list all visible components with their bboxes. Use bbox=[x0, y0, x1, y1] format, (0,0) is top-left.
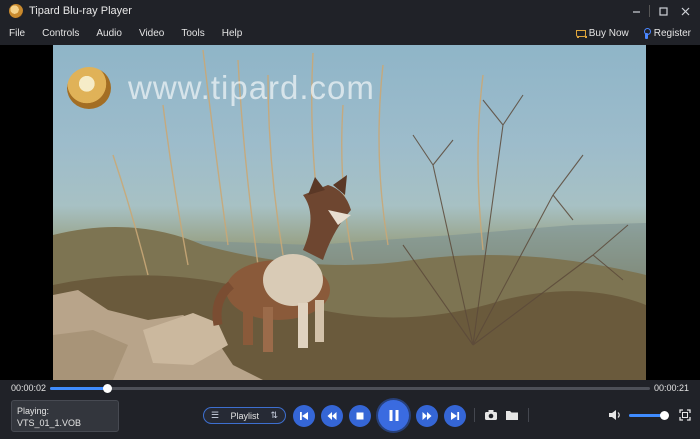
control-bar: Playing: VTS_01_1.VOB ☰ Playlist ⇅ bbox=[0, 397, 700, 439]
now-playing-file: VTS_01_1.VOB bbox=[17, 418, 82, 428]
now-playing-box: Playing: VTS_01_1.VOB bbox=[11, 400, 119, 432]
progress-row: 00:00:02 00:00:21 bbox=[0, 380, 700, 397]
window-controls-divider bbox=[649, 5, 650, 17]
fast-forward-button[interactable] bbox=[416, 405, 438, 427]
now-playing-label: Playing: bbox=[17, 406, 50, 416]
snapshot-button[interactable] bbox=[483, 408, 499, 422]
video-watermark: www.tipard.com bbox=[128, 69, 375, 106]
playlist-label: Playlist bbox=[230, 410, 260, 421]
key-icon bbox=[643, 28, 651, 39]
maximize-icon[interactable] bbox=[652, 0, 674, 22]
divider bbox=[528, 408, 529, 422]
open-folder-button[interactable] bbox=[504, 408, 520, 422]
volume-button[interactable] bbox=[607, 408, 623, 422]
seek-bar-knob[interactable] bbox=[103, 384, 112, 393]
total-time: 00:00:21 bbox=[653, 383, 689, 393]
snapshot-icon bbox=[485, 410, 497, 420]
menu-help[interactable]: Help bbox=[213, 28, 251, 39]
volume-icon bbox=[609, 410, 620, 420]
register-link[interactable]: Register bbox=[643, 28, 691, 39]
app-logo-icon bbox=[9, 4, 23, 18]
stop-icon bbox=[356, 412, 364, 420]
volume-slider[interactable] bbox=[629, 411, 670, 420]
current-time: 00:00:02 bbox=[11, 383, 47, 393]
menu-tools[interactable]: Tools bbox=[172, 28, 212, 39]
rewind-button[interactable] bbox=[321, 405, 343, 427]
next-button[interactable] bbox=[444, 405, 466, 427]
sort-icon: ⇅ bbox=[270, 410, 278, 420]
pause-button[interactable] bbox=[378, 400, 409, 431]
previous-icon bbox=[300, 412, 308, 420]
player-window: Tipard Blu-ray Player File Controls Audi… bbox=[0, 0, 700, 439]
video-frame[interactable]: www.tipard.com bbox=[53, 45, 646, 380]
fullscreen-button[interactable] bbox=[677, 408, 693, 422]
divider bbox=[474, 408, 475, 422]
fast-forward-icon bbox=[422, 412, 432, 420]
menu-video[interactable]: Video bbox=[130, 28, 172, 39]
title-bar: Tipard Blu-ray Player bbox=[0, 0, 700, 22]
buy-now-link[interactable]: Buy Now bbox=[574, 28, 629, 39]
close-icon[interactable] bbox=[674, 0, 696, 22]
menu-bar: File Controls Audio Video Tools Help Buy… bbox=[0, 22, 700, 45]
menu-controls[interactable]: Controls bbox=[33, 28, 87, 39]
menu-actions: Buy Now Register bbox=[574, 22, 691, 45]
window-controls bbox=[625, 0, 696, 22]
register-label: Register bbox=[653, 28, 691, 39]
rewind-icon bbox=[327, 412, 337, 420]
fullscreen-icon bbox=[679, 409, 691, 421]
next-icon bbox=[451, 412, 460, 420]
cart-icon bbox=[574, 29, 587, 38]
seek-bar[interactable] bbox=[50, 384, 650, 393]
stop-button[interactable] bbox=[349, 405, 371, 427]
folder-icon bbox=[506, 411, 518, 420]
minimize-icon[interactable] bbox=[625, 0, 647, 22]
pause-icon bbox=[389, 410, 398, 421]
volume-slider-knob[interactable] bbox=[660, 411, 670, 420]
playlist-button[interactable]: ☰ Playlist ⇅ bbox=[203, 407, 286, 424]
video-area[interactable]: www.tipard.com bbox=[0, 45, 700, 380]
previous-button[interactable] bbox=[293, 405, 315, 427]
seek-bar-fill bbox=[50, 387, 107, 390]
window-title: Tipard Blu-ray Player bbox=[29, 5, 132, 17]
cheetah-logo-icon bbox=[67, 67, 111, 109]
menu-file[interactable]: File bbox=[0, 28, 33, 39]
buy-now-label: Buy Now bbox=[588, 28, 629, 39]
menu-audio[interactable]: Audio bbox=[87, 28, 130, 39]
volume-slider-fill bbox=[629, 414, 665, 417]
list-icon: ☰ bbox=[211, 410, 220, 420]
